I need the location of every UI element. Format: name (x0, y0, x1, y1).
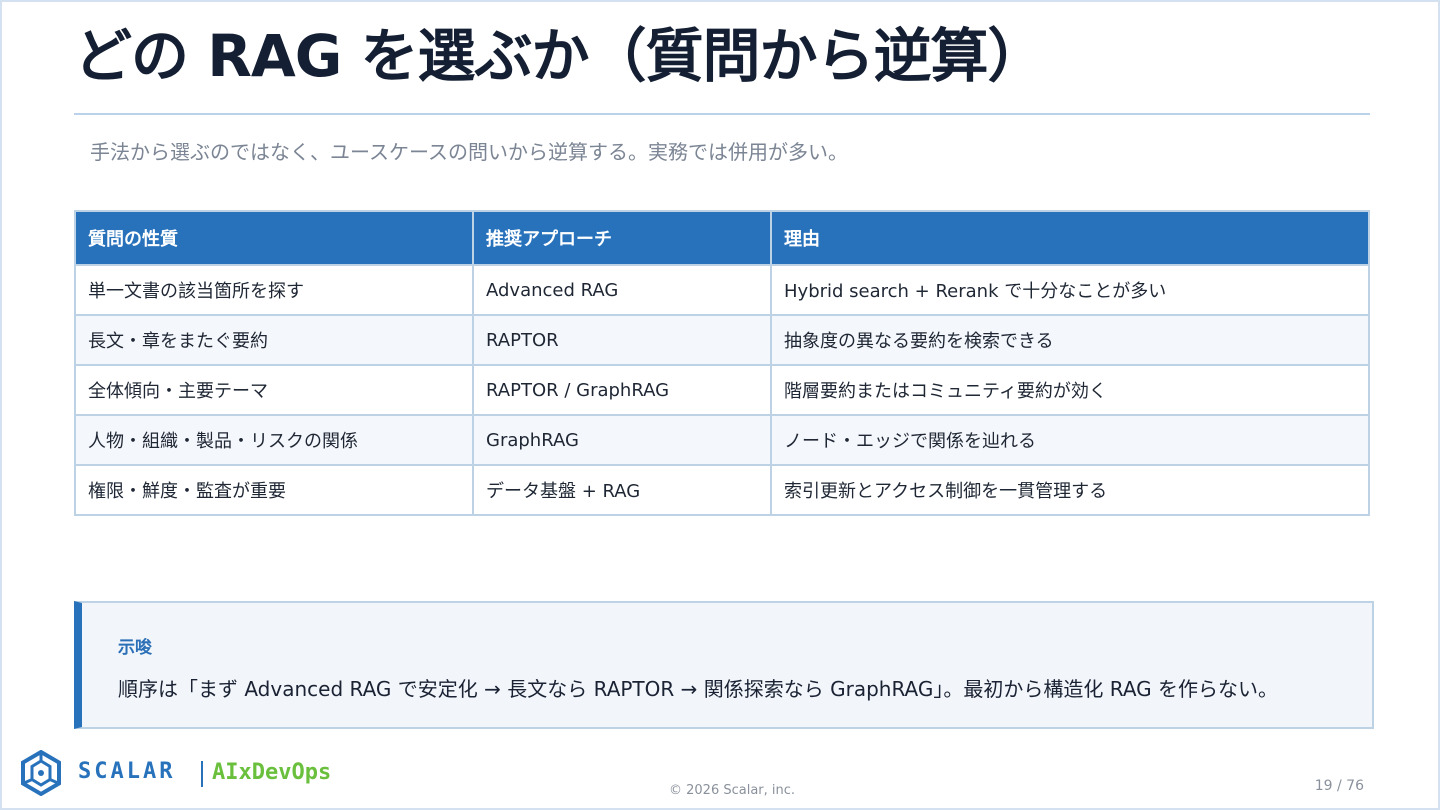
slide-title: どの RAG を選ぶか（質問から逆算） (74, 22, 1046, 90)
cell-question-type: 権限・鮮度・監査が重要 (74, 464, 474, 516)
insight-text: 順序は「まず Advanced RAG で安定化 → 長文なら RAPTOR →… (118, 677, 1279, 701)
cell-approach: GraphRAG (472, 414, 772, 466)
cell-reason: ノード・エッジで関係を辿れる (770, 414, 1370, 466)
insight-callout: 示唆 順序は「まず Advanced RAG で安定化 → 長文なら RAPTO… (74, 601, 1374, 729)
brand-name: SCALAR (78, 759, 176, 784)
table-row: 権限・鮮度・監査が重要 データ基盤 + RAG 索引更新とアクセス制御を一貫管理… (74, 464, 1370, 516)
product-name: AIxDevOps (212, 760, 332, 785)
scalar-hexagon-logo-icon (21, 750, 61, 796)
brand-divider (201, 761, 203, 787)
cell-question-type: 全体傾向・主要テーマ (74, 364, 474, 416)
cell-approach: RAPTOR (472, 314, 772, 366)
recommendation-table: 質問の性質 推奨アプローチ 理由 単一文書の該当箇所を探す Advanced R… (74, 210, 1370, 516)
cell-reason: 階層要約またはコミュニティ要約が効く (770, 364, 1370, 416)
cell-approach: RAPTOR / GraphRAG (472, 364, 772, 416)
table-row: 長文・章をまたぐ要約 RAPTOR 抽象度の異なる要約を検索できる (74, 314, 1370, 366)
cell-reason: 索引更新とアクセス制御を一貫管理する (770, 464, 1370, 516)
insight-label: 示唆 (118, 638, 152, 658)
cell-question-type: 長文・章をまたぐ要約 (74, 314, 474, 366)
copyright: © 2026 Scalar, inc. (669, 783, 796, 798)
table-row: 全体傾向・主要テーマ RAPTOR / GraphRAG 階層要約またはコミュニ… (74, 364, 1370, 416)
slide-subtitle: 手法から選ぶのではなく、ユースケースの問いから逆算する。実務では併用が多い。 (90, 140, 848, 164)
cell-reason: 抽象度の異なる要約を検索できる (770, 314, 1370, 366)
slide: どの RAG を選ぶか（質問から逆算） 手法から選ぶのではなく、ユースケースの問… (0, 0, 1440, 810)
cell-question-type: 人物・組織・製品・リスクの関係 (74, 414, 474, 466)
cell-question-type: 単一文書の該当箇所を探す (74, 264, 474, 316)
page-number: 19 / 76 (1314, 778, 1364, 794)
cell-approach: Advanced RAG (472, 264, 772, 316)
header-reason: 理由 (770, 210, 1370, 266)
table-row: 単一文書の該当箇所を探す Advanced RAG Hybrid search … (74, 264, 1370, 316)
table-header-row: 質問の性質 推奨アプローチ 理由 (74, 210, 1370, 266)
header-question-type: 質問の性質 (74, 210, 474, 266)
table-row: 人物・組織・製品・リスクの関係 GraphRAG ノード・エッジで関係を辿れる (74, 414, 1370, 466)
title-divider (74, 113, 1370, 115)
cell-reason: Hybrid search + Rerank で十分なことが多い (770, 264, 1370, 316)
header-approach: 推奨アプローチ (472, 210, 772, 266)
cell-approach: データ基盤 + RAG (472, 464, 772, 516)
